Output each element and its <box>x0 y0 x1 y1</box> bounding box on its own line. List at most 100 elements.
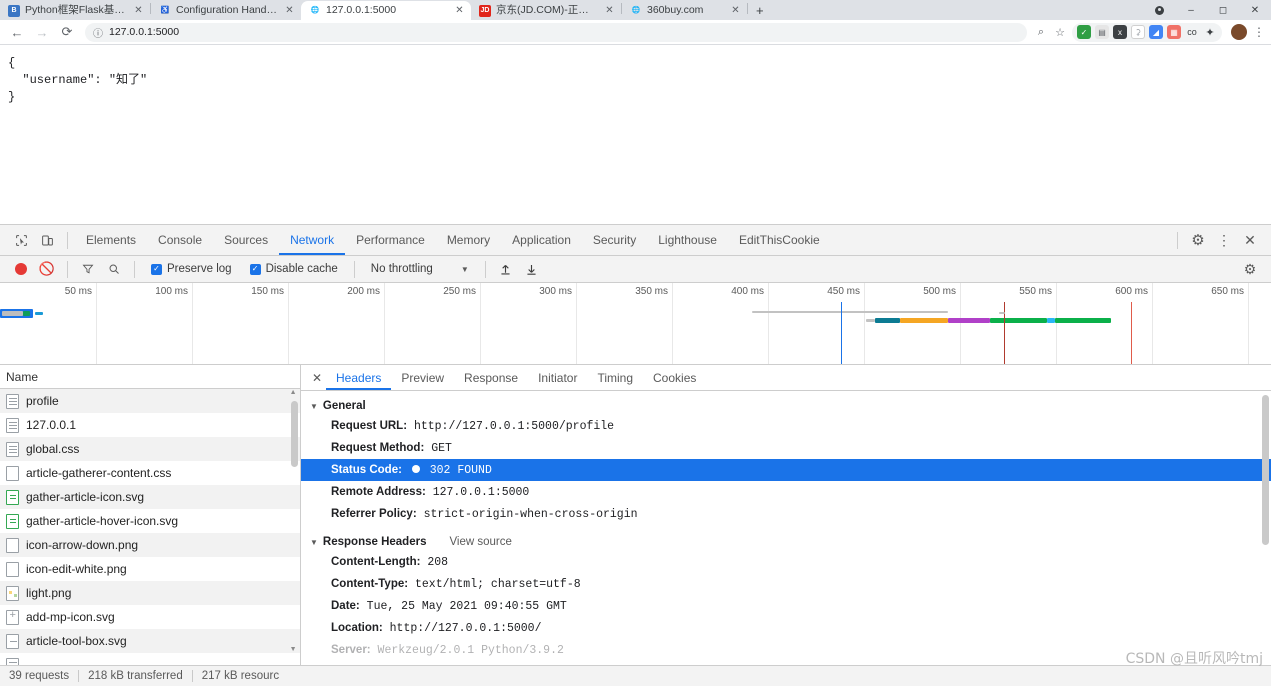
record-button[interactable] <box>8 256 34 282</box>
puzzle-extensions-icon[interactable]: ✦ <box>1203 25 1217 39</box>
browser-tab-1[interactable]: ♿ Configuration Handling — Fla ✕ <box>151 1 301 20</box>
browser-tab-title: 360buy.com <box>647 4 704 16</box>
request-row[interactable]: icon-arrow-down.png <box>0 533 300 557</box>
details-tab-headers[interactable]: Headers <box>326 365 391 390</box>
devtools-tab-console[interactable]: Console <box>147 225 213 255</box>
site-info-icon[interactable]: ⓘ <box>93 25 103 40</box>
device-toolbar-icon[interactable] <box>34 227 60 253</box>
request-row[interactable]: icon-edit-white.png <box>0 557 300 581</box>
network-overview-timeline[interactable]: 50 ms 100 ms 150 ms 200 ms 250 ms 300 ms… <box>0 283 1271 365</box>
headers-body[interactable]: ▼ General Request URL: http://127.0.0.1:… <box>301 391 1271 665</box>
throttling-select[interactable]: No throttling ▼ <box>362 263 478 275</box>
devtools-tab-sources[interactable]: Sources <box>213 225 279 255</box>
close-devtools-icon[interactable]: ✕ <box>1237 227 1263 253</box>
request-row[interactable]: add-mp-icon.svg <box>0 605 300 629</box>
details-tab-timing[interactable]: Timing <box>587 365 643 390</box>
close-window-button[interactable]: ✕ <box>1239 0 1271 20</box>
details-tab-cookies[interactable]: Cookies <box>643 365 706 390</box>
details-tab-response[interactable]: Response <box>454 365 528 390</box>
details-tab-preview[interactable]: Preview <box>391 365 454 390</box>
browser-tab-2-active[interactable]: 🌐 127.0.0.1:5000 ✕ <box>301 1 471 20</box>
devtools-tab-elements[interactable]: Elements <box>75 225 147 255</box>
scroll-down-arrow-icon[interactable]: ▼ <box>290 646 297 653</box>
back-button[interactable]: ← <box>6 21 28 43</box>
more-options-icon[interactable]: ⋮ <box>1211 227 1237 253</box>
devtools-tab-performance[interactable]: Performance <box>345 225 436 255</box>
omnibox-actions: ⌕ ☆ <box>1034 26 1069 39</box>
search-icon[interactable] <box>101 256 127 282</box>
screenshot-extension-icon[interactable]: ◢ <box>1149 25 1163 39</box>
forward-button[interactable]: → <box>31 21 53 43</box>
toolbar-divider <box>353 260 355 278</box>
shield-outline-icon[interactable]: ⚳ <box>1131 25 1145 39</box>
filter-icon[interactable] <box>75 256 101 282</box>
minimize-button[interactable]: – <box>1175 0 1207 20</box>
chrome-menu-icon[interactable]: ⋮ <box>1253 25 1265 39</box>
general-section-header[interactable]: ▼ General <box>301 397 1271 415</box>
request-list-scrollbar[interactable]: ▲ ▼ <box>290 389 298 653</box>
network-split-pane: Name profile 127.0.0.1 global.css articl… <box>0 365 1271 665</box>
request-row[interactable]: gather-article-hover-icon.svg <box>0 509 300 533</box>
header-row-status-code[interactable]: Status Code: 302 FOUND <box>301 459 1271 481</box>
request-name: global.css <box>26 442 80 456</box>
devtools-tab-lighthouse[interactable]: Lighthouse <box>647 225 728 255</box>
x-extension-icon[interactable]: x <box>1113 25 1127 39</box>
import-har-icon[interactable] <box>493 256 519 282</box>
close-tab-icon[interactable]: ✕ <box>133 5 144 16</box>
export-har-icon[interactable] <box>519 256 545 282</box>
chrome-update-badge-icon[interactable] <box>1143 0 1175 20</box>
devtools-tab-editthiscookie[interactable]: EditThisCookie <box>728 225 831 255</box>
browser-tab-4[interactable]: 🌐 360buy.com ✕ <box>622 1 747 20</box>
jd-icon: JD <box>479 4 491 17</box>
details-tab-initiator[interactable]: Initiator <box>528 365 587 390</box>
request-row[interactable]: profile <box>0 389 300 413</box>
disable-cache-checkbox[interactable]: ✓ Disable cache <box>241 263 347 275</box>
preserve-log-checkbox[interactable]: ✓ Preserve log <box>142 263 241 275</box>
zoom-icon[interactable]: ⌕ <box>1034 26 1048 39</box>
clear-network-log-icon[interactable]: 🚫 <box>34 256 60 282</box>
request-list-body[interactable]: profile 127.0.0.1 global.css article-gat… <box>0 389 300 665</box>
grid-extension-icon[interactable]: ▦ <box>1167 25 1181 39</box>
reload-button[interactable]: ⟳ <box>56 21 78 43</box>
devtools-tab-application[interactable]: Application <box>501 225 582 255</box>
document-icon <box>6 657 19 665</box>
scroll-up-arrow-icon[interactable]: ▲ <box>290 389 297 396</box>
adblock-shield-icon[interactable]: ✓ <box>1077 25 1091 39</box>
close-tab-icon[interactable]: ✕ <box>604 5 615 16</box>
settings-gear-icon[interactable]: ⚙ <box>1185 227 1211 253</box>
view-source-link[interactable]: View source <box>449 536 511 548</box>
details-scrollbar[interactable] <box>1262 395 1269 661</box>
inspect-element-icon[interactable] <box>8 227 34 253</box>
scrollbar-thumb[interactable] <box>1262 395 1269 545</box>
request-row[interactable] <box>0 653 300 665</box>
devtools-tab-memory[interactable]: Memory <box>436 225 501 255</box>
devtools-tab-network[interactable]: Network <box>279 225 345 255</box>
new-tab-button[interactable]: + <box>748 2 772 20</box>
request-row[interactable]: article-gatherer-content.css <box>0 461 300 485</box>
browser-tab-3[interactable]: JD 京东(JD.COM)-正品低价、品质 ✕ <box>471 1 621 20</box>
close-tab-icon[interactable]: ✕ <box>730 5 741 16</box>
request-row[interactable]: gather-article-icon.svg <box>0 485 300 509</box>
browser-tab-0[interactable]: B Python框架Flask基础教程 - 第二 ✕ <box>0 1 150 20</box>
request-row[interactable]: 127.0.0.1 <box>0 413 300 437</box>
request-details-pane: ✕ Headers Preview Response Initiator Tim… <box>301 365 1271 665</box>
request-row[interactable]: global.css <box>0 437 300 461</box>
scrollbar-thumb[interactable] <box>291 401 298 467</box>
maximize-button[interactable]: ◻ <box>1207 0 1239 20</box>
request-list-column-header[interactable]: Name <box>0 365 300 389</box>
tabs-extension-icon[interactable]: ▤ <box>1095 25 1109 39</box>
request-row[interactable]: light.png <box>0 581 300 605</box>
devtools-tabbar-actions: ⚙ ⋮ ✕ <box>1170 227 1263 253</box>
network-status-bar: 39 requests 218 kB transferred 217 kB re… <box>0 665 1271 686</box>
close-tab-icon[interactable]: ✕ <box>284 5 295 16</box>
close-details-icon[interactable]: ✕ <box>308 371 326 385</box>
avatar[interactable] <box>1231 24 1247 40</box>
cookie-extension-icon[interactable]: co <box>1185 25 1199 39</box>
bookmark-star-icon[interactable]: ☆ <box>1053 26 1067 39</box>
devtools-tab-security[interactable]: Security <box>582 225 647 255</box>
network-settings-gear-icon[interactable]: ⚙ <box>1237 256 1263 282</box>
address-bar[interactable]: ⓘ 127.0.0.1:5000 <box>85 22 1027 42</box>
response-headers-section-header[interactable]: ▼ Response Headers View source <box>301 533 1271 551</box>
close-tab-icon[interactable]: ✕ <box>454 5 465 16</box>
request-row[interactable]: article-tool-box.svg <box>0 629 300 653</box>
